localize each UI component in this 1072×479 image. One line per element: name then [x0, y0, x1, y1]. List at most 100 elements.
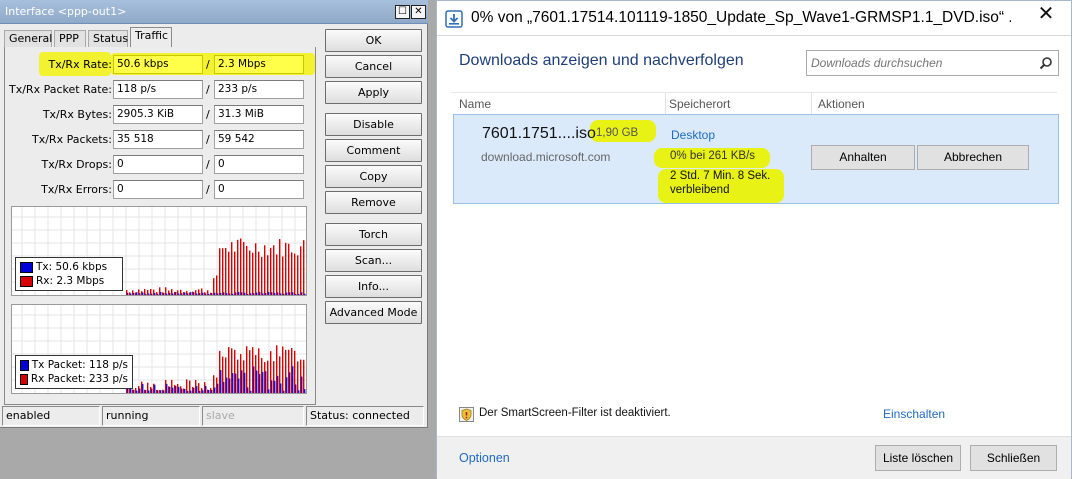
legend-tx-label: Tx: 50.6 kbps	[36, 261, 108, 273]
rx-bar	[219, 248, 221, 295]
tx-bar	[220, 293, 222, 295]
download-item[interactable]: 7601.1751....iso 1,90 GB download.micros…	[453, 114, 1059, 204]
window-titlebar[interactable]: 0% von „7601.17514.101119-1850_Update_Sp…	[437, 1, 1071, 35]
tx-bar	[262, 293, 264, 295]
tx-bar	[187, 293, 189, 295]
legend-rx-label: Rx: 2.3 Mbps	[36, 275, 105, 287]
tx-bar	[268, 389, 270, 393]
tx-bar	[238, 292, 240, 295]
rx-bar	[264, 362, 266, 393]
tx-bar	[286, 377, 288, 393]
rx-bar	[162, 389, 164, 393]
tx-bar	[145, 293, 147, 295]
status-running: running	[102, 406, 200, 426]
separator: /	[206, 183, 210, 196]
cancel-download-button[interactable]: Abbrechen	[917, 145, 1029, 170]
rx-bar	[195, 290, 197, 295]
tab-ppp[interactable]: PPP	[54, 30, 86, 47]
tx-bar	[244, 372, 246, 393]
tx-bar	[241, 370, 243, 393]
rx-bar	[153, 383, 155, 393]
download-size: 1,90 GB	[596, 127, 639, 139]
column-divider	[665, 93, 666, 114]
status-connected: Status: connected	[306, 406, 424, 426]
ok-button[interactable]: OK	[325, 29, 422, 52]
tx-bar	[181, 388, 183, 393]
tx-packet-rate-field: 118 p/s	[113, 80, 203, 99]
clear-list-button[interactable]: Liste löschen	[875, 445, 961, 471]
tab-traffic[interactable]: Traffic	[130, 27, 172, 47]
search-box[interactable]	[806, 50, 1059, 76]
close-button[interactable]: Schließen	[970, 445, 1057, 471]
tx-bar	[298, 390, 300, 393]
tx-bar	[190, 390, 192, 393]
download-location-link[interactable]: Desktop	[671, 128, 715, 142]
rx-bar	[267, 360, 269, 393]
torch-button[interactable]: Torch	[325, 223, 422, 246]
rx-bar	[174, 291, 176, 295]
rx-bar	[285, 242, 287, 295]
comment-button[interactable]: Comment	[325, 139, 422, 162]
window-titlebar[interactable]: Interface <ppp-out1> ☐ ✕	[0, 0, 428, 24]
rx-bar	[285, 349, 287, 393]
rx-bar	[228, 251, 230, 295]
tx-bar	[298, 293, 300, 295]
tab-status[interactable]: Status	[88, 30, 128, 47]
rx-bar	[189, 292, 191, 295]
download-source: download.microsoft.com	[481, 150, 611, 164]
search-input[interactable]	[811, 54, 1031, 72]
tx-bar	[196, 386, 198, 393]
scan-button[interactable]: Scan...	[325, 249, 422, 272]
rx-bytes-field: 31.3 MiB	[214, 105, 304, 124]
tx-bar	[247, 293, 249, 295]
rx-drops-field: 0	[214, 155, 304, 174]
tx-bar	[163, 293, 165, 295]
tx-color-swatch	[20, 359, 29, 371]
rx-bar	[162, 292, 164, 295]
column-header-location[interactable]: Speicherort	[669, 97, 730, 111]
pause-button[interactable]: Anhalten	[811, 145, 915, 170]
tx-packets-field: 35 518	[113, 130, 203, 149]
rx-color-swatch	[20, 373, 28, 385]
rx-bar	[228, 347, 230, 393]
search-icon[interactable]	[1039, 56, 1053, 70]
copy-button[interactable]: Copy	[325, 165, 422, 188]
download-progress: 0% bei 261 KB/s	[670, 150, 756, 162]
traffic-panel: Tx/Rx Rate: 50.6 kbps / 2.3 Mbps Tx/Rx P…	[4, 47, 316, 405]
tx-bar	[133, 389, 135, 393]
tx-bar	[289, 372, 291, 393]
tx-bar	[274, 293, 276, 295]
tx-bar	[217, 293, 219, 295]
tx-bar	[142, 384, 144, 393]
apply-button[interactable]: Apply	[325, 81, 422, 104]
traffic-rate-graph: Tx: 50.6 kbps Rx: 2.3 Mbps	[11, 206, 307, 296]
column-header-actions[interactable]: Aktionen	[818, 97, 865, 111]
rx-packets-field: 59 542	[214, 130, 304, 149]
tx-bar	[157, 293, 159, 295]
rx-rate-field: 2.3 Mbps	[214, 55, 304, 74]
tx-rate-field: 50.6 kbps	[113, 55, 203, 74]
tx-bar	[151, 388, 153, 393]
remove-button[interactable]: Remove	[325, 191, 422, 214]
tx-bar	[202, 292, 204, 295]
tx-bar	[139, 388, 141, 393]
tab-general[interactable]: General	[4, 30, 52, 47]
info-button[interactable]: Info...	[325, 275, 422, 298]
rx-bar	[168, 290, 170, 295]
smartscreen-status-text: Der SmartScreen-Filter ist deaktiviert.	[479, 407, 671, 419]
advanced-mode-button[interactable]: Advanced Mode	[325, 301, 422, 324]
packet-legend: Tx Packet: 118 p/s Rx Packet: 233 p/s	[15, 355, 133, 389]
cancel-button[interactable]: Cancel	[325, 55, 422, 78]
disable-button[interactable]: Disable	[325, 113, 422, 136]
tx-bar	[178, 386, 180, 393]
enable-smartscreen-link[interactable]: Einschalten	[883, 407, 945, 421]
maximize-icon[interactable]: ☐	[395, 5, 410, 19]
column-header-name[interactable]: Name	[459, 97, 491, 111]
tx-bar	[253, 293, 255, 295]
legend-rx-packet-label: Rx Packet: 233 p/s	[30, 373, 128, 385]
close-icon[interactable]: ✕	[411, 5, 426, 19]
smartscreen-notice: Der SmartScreen-Filter ist deaktiviert. …	[459, 406, 1059, 424]
options-link[interactable]: Optionen	[459, 451, 510, 465]
close-icon[interactable]: ✕	[1023, 3, 1069, 25]
tx-bar	[130, 293, 132, 295]
